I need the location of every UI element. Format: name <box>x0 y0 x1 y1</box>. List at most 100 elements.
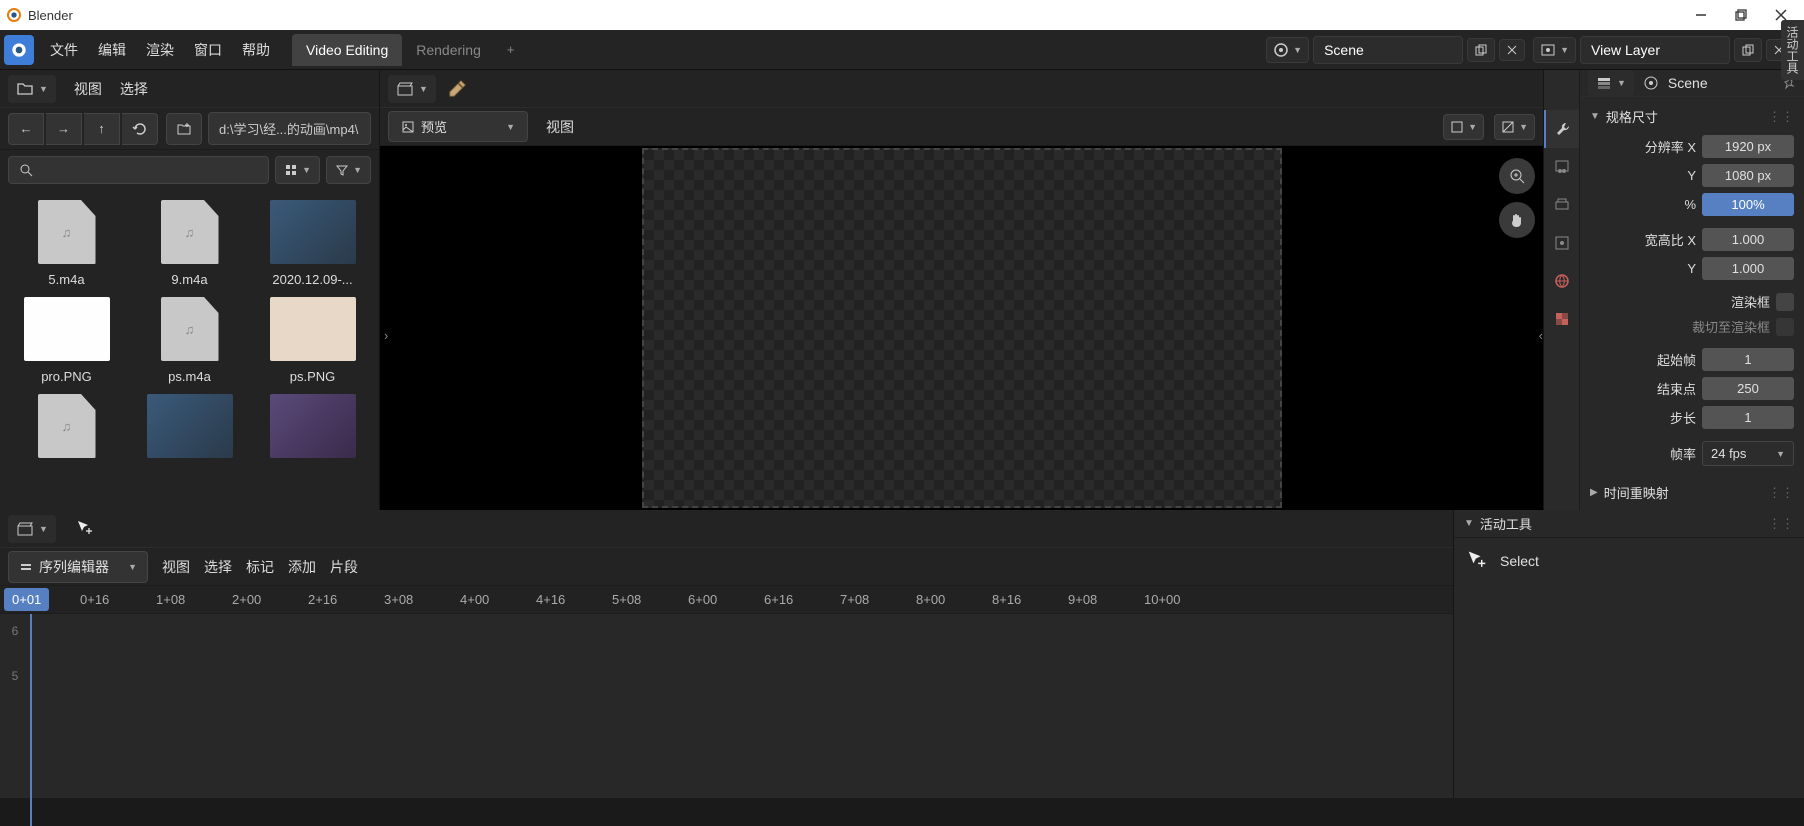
panel-options-icon[interactable]: ⋮⋮ <box>1768 516 1794 532</box>
seq-menu-add[interactable]: 添加 <box>288 557 316 577</box>
seq-menu-select[interactable]: 选择 <box>204 557 232 577</box>
props-editor-type[interactable]: ▼ <box>1588 70 1634 96</box>
eyedropper-icon[interactable] <box>446 78 468 100</box>
frame-start-input[interactable]: 1 <box>1702 348 1794 371</box>
nav-up-button[interactable]: ↑ <box>84 113 120 145</box>
file-item[interactable]: 2020.12.09-... <box>256 200 369 287</box>
fps-dropdown[interactable]: 24 fps▼ <box>1702 441 1794 466</box>
file-search-input[interactable] <box>8 156 269 184</box>
timeline-ruler[interactable]: 0+01 0+16 1+08 2+00 2+16 3+08 4+00 4+16 … <box>0 586 1453 614</box>
nav-newfolder-button[interactable] <box>166 113 202 145</box>
filebrowser-editor-type[interactable]: ▼ <box>8 75 56 103</box>
file-item[interactable]: ♫5.m4a <box>10 200 123 287</box>
menu-file[interactable]: 文件 <box>40 34 88 66</box>
aspect-y-input[interactable]: 1.000 <box>1702 257 1794 280</box>
viewlayer-browse-dropdown[interactable]: ▼ <box>1533 37 1576 63</box>
sequencer-editor-type[interactable]: ▼ <box>8 515 56 543</box>
preview-menu-view[interactable]: 视图 <box>538 117 582 137</box>
menu-render[interactable]: 渲染 <box>136 34 184 66</box>
seq-menu-view[interactable]: 视图 <box>162 557 190 577</box>
panel-options-icon[interactable]: ⋮⋮ <box>1768 485 1794 501</box>
playhead[interactable] <box>30 614 32 826</box>
prop-tab-viewlayer[interactable] <box>1544 186 1579 224</box>
file-item[interactable]: ♫ <box>10 394 123 466</box>
panel-options-icon[interactable]: ⋮⋮ <box>1768 109 1794 125</box>
zoom-button[interactable] <box>1499 158 1535 194</box>
path-input[interactable]: d:\学习\经...的动画\mp4\ <box>208 112 371 145</box>
panel-header-remap[interactable]: ▶ 时间重映射 ⋮⋮ <box>1580 477 1804 508</box>
track-label: 5 <box>6 669 24 683</box>
nav-refresh-button[interactable] <box>122 113 158 145</box>
resolution-y-input[interactable]: 1080 px <box>1702 164 1794 187</box>
preview-editor-type[interactable]: ▼ <box>388 75 436 103</box>
display-mode-dropdown[interactable]: ▼ <box>275 156 320 184</box>
filter-dropdown[interactable]: ▼ <box>326 156 371 184</box>
overlay-dropdown[interactable]: ▼ <box>1443 114 1484 140</box>
frame-step-input[interactable]: 1 <box>1702 406 1794 429</box>
expand-right-icon[interactable]: ‹ <box>1539 328 1543 343</box>
file-item[interactable]: ♫ps.m4a <box>133 297 246 384</box>
resolution-x-input[interactable]: 1920 px <box>1702 135 1794 158</box>
seq-menu-marker[interactable]: 标记 <box>246 557 274 577</box>
maximize-button[interactable] <box>1732 6 1750 24</box>
fb-menu-view[interactable]: 视图 <box>74 79 102 99</box>
file-item[interactable] <box>256 394 369 466</box>
aspect-x-input[interactable]: 1.000 <box>1702 228 1794 251</box>
image-icon <box>1450 120 1464 134</box>
audio-file-icon: ♫ <box>161 200 219 264</box>
preview-canvas[interactable]: › ‹ <box>380 146 1543 510</box>
scene-name-input[interactable] <box>1313 36 1463 64</box>
nav-forward-button[interactable]: → <box>46 113 82 145</box>
frame-end-input[interactable]: 250 <box>1702 377 1794 400</box>
channels-dropdown[interactable]: ▼ <box>1494 114 1535 140</box>
prop-tab-world[interactable] <box>1544 262 1579 300</box>
expand-left-icon[interactable]: › <box>384 328 388 343</box>
workspace-add-button[interactable]: + <box>495 34 527 66</box>
border-checkbox[interactable] <box>1776 293 1794 311</box>
blender-menu-button[interactable] <box>4 35 34 65</box>
select-tool-button[interactable] <box>66 513 104 545</box>
menu-edit[interactable]: 编辑 <box>88 34 136 66</box>
minimize-button[interactable] <box>1692 6 1710 24</box>
clapperboard-icon <box>16 520 34 538</box>
audio-file-icon: ♫ <box>38 394 96 458</box>
panel-header-dimensions[interactable]: ▼ 规格尺寸 ⋮⋮ <box>1580 101 1804 132</box>
menu-window[interactable]: 窗口 <box>184 34 232 66</box>
filter-icon <box>335 163 349 177</box>
viewlayer-copy-button[interactable] <box>1734 38 1762 62</box>
file-item[interactable]: ps.PNG <box>256 297 369 384</box>
timeline-tracks[interactable]: 6 5 <box>0 614 1453 826</box>
crop-checkbox[interactable] <box>1776 318 1794 336</box>
workspace-tab-video-editing[interactable]: Video Editing <box>292 34 402 66</box>
panel-header-stereo[interactable]: ▶ 立体视法 ⋮⋮ <box>1580 508 1804 510</box>
nav-back-button[interactable]: ← <box>8 113 44 145</box>
sequencer-mode-dropdown[interactable]: 序列编辑器 ▼ <box>8 551 148 583</box>
timeline[interactable]: 0+01 0+16 1+08 2+00 2+16 3+08 4+00 4+16 … <box>0 586 1453 798</box>
image-icon <box>401 120 415 134</box>
new-folder-icon <box>176 121 192 137</box>
menu-help[interactable]: 帮助 <box>232 34 280 66</box>
workspace-tab-rendering[interactable]: Rendering <box>402 34 495 66</box>
fb-menu-select[interactable]: 选择 <box>120 79 148 99</box>
current-frame-indicator[interactable]: 0+01 <box>4 588 49 611</box>
file-item[interactable]: ♫9.m4a <box>133 200 246 287</box>
prop-tab-render[interactable] <box>1544 110 1579 148</box>
file-item[interactable] <box>133 394 246 466</box>
x-icon <box>1506 44 1518 56</box>
sidebar-panel-header[interactable]: ▼ 活动工具 ⋮⋮ <box>1454 510 1804 538</box>
prop-tab-output[interactable] <box>1544 148 1579 186</box>
scene-delete-button[interactable] <box>1499 39 1525 61</box>
pan-button[interactable] <box>1499 202 1535 238</box>
seq-menu-strip[interactable]: 片段 <box>330 557 358 577</box>
resolution-pct-input[interactable]: 100% <box>1702 193 1794 216</box>
sidebar-tab-tool[interactable]: 活动工具 <box>1781 20 1804 80</box>
scene-browse-dropdown[interactable]: ▼ <box>1266 37 1309 63</box>
file-item[interactable]: pro.PNG <box>10 297 123 384</box>
prop-tab-scene[interactable] <box>1544 224 1579 262</box>
preview-mode-dropdown[interactable]: 预览 ▼ <box>388 111 528 142</box>
viewlayer-name-input[interactable] <box>1580 36 1730 64</box>
scene-copy-button[interactable] <box>1467 38 1495 62</box>
prop-tab-texture[interactable] <box>1544 300 1579 338</box>
properties-panel: ▼ Scene ▼ 规格尺寸 ⋮⋮ 分辨率 X1920 px Y1080 px … <box>1544 70 1804 510</box>
file-grid: ♫5.m4a ♫9.m4a 2020.12.09-... pro.PNG ♫ps… <box>0 190 379 510</box>
